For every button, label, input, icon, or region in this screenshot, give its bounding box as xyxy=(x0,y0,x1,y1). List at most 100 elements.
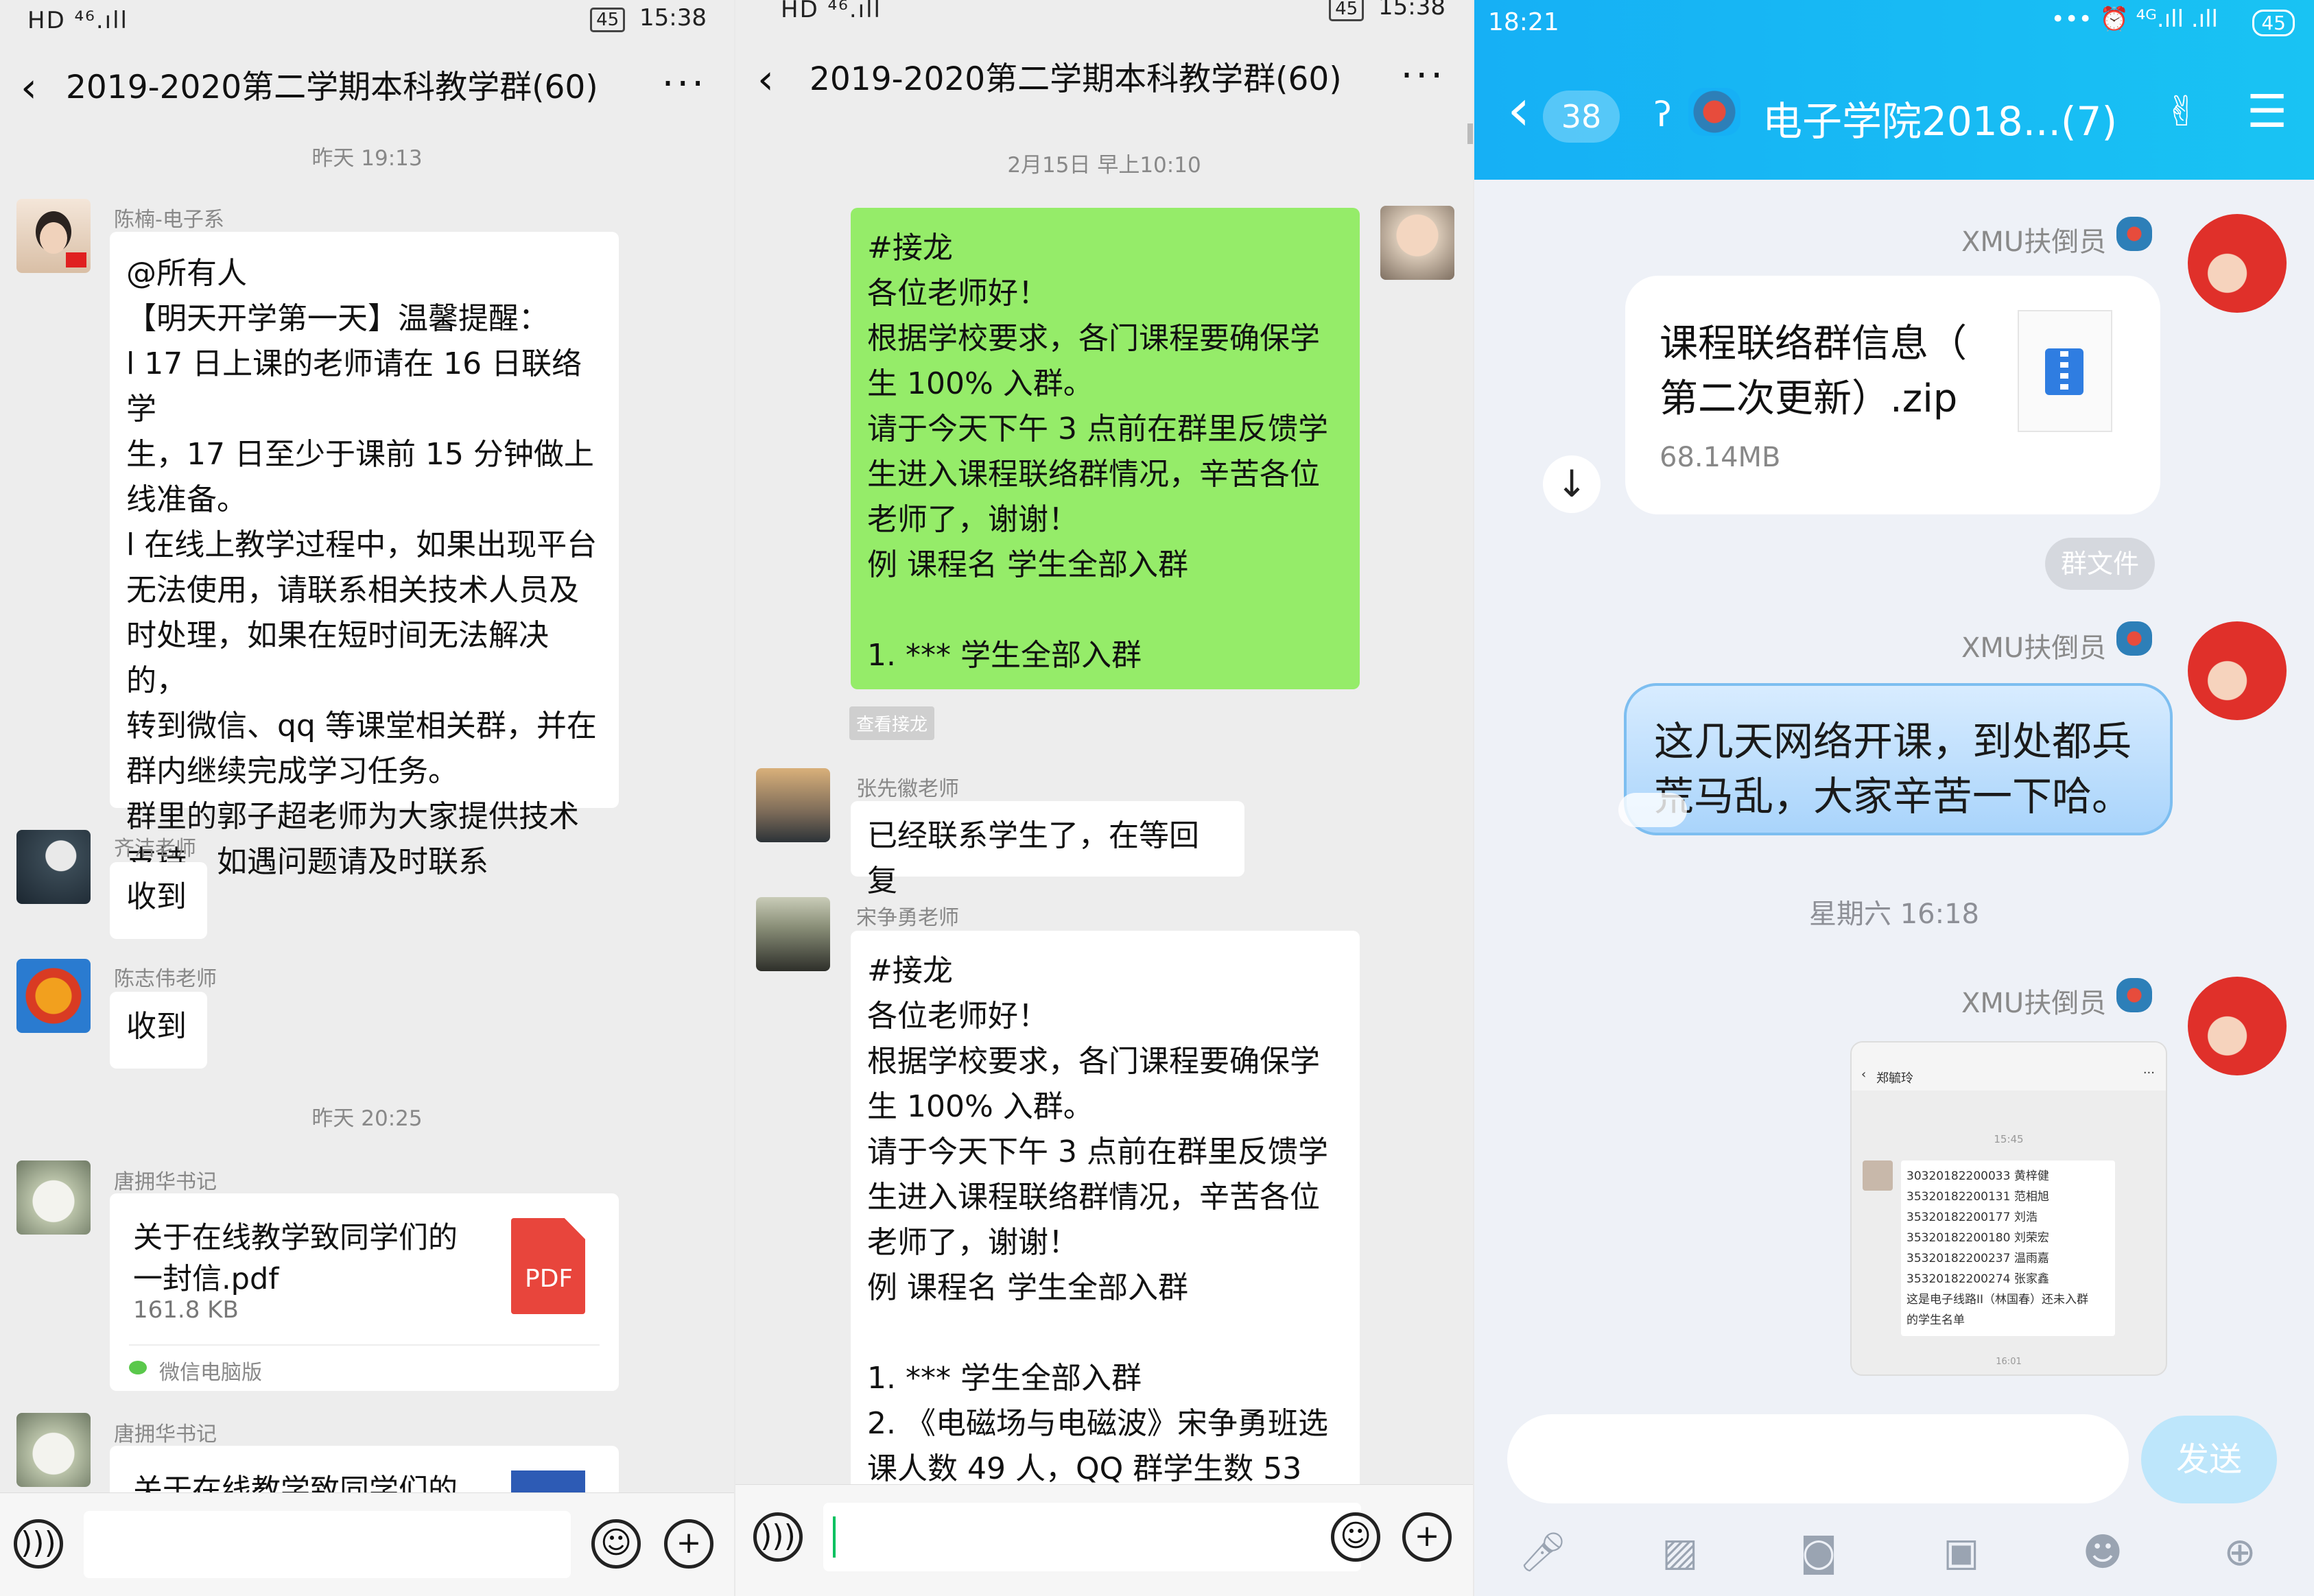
message-line: 1. *** 学生全部入群 xyxy=(867,1361,1142,1396)
message-input[interactable] xyxy=(1507,1414,2129,1503)
emoji-icon[interactable]: ☻ xyxy=(2078,1528,2127,1577)
group-file-tag[interactable]: 群文件 xyxy=(2045,538,2155,590)
file-name: 一封信.pdf xyxy=(133,1262,279,1296)
scrollbar[interactable] xyxy=(1467,123,1473,144)
message-bubble[interactable]: #接龙 各位老师好！ 根据学校要求，各门课程要确保学 生 100% 入群。 请于… xyxy=(851,931,1360,1532)
avatar[interactable] xyxy=(16,1413,91,1487)
embedded-bubble: 30320182200033 黄梓健 35320182200131 范相旭 35… xyxy=(1901,1160,2115,1336)
wechat-panel-left: HD ⁴⁶.ıll 45 15:38 ‹ 2019-2020第二学期本科教学群(… xyxy=(0,0,734,1596)
avatar[interactable] xyxy=(16,199,91,273)
timestamp: 昨天 20:25 xyxy=(311,1106,423,1131)
emoji-button[interactable]: ☺ xyxy=(1331,1512,1380,1562)
avatar[interactable] xyxy=(756,768,830,842)
plus-button[interactable]: + xyxy=(664,1519,713,1569)
download-button[interactable]: ↓ xyxy=(1543,455,1601,513)
message-line: 生进入课程联络群情况，辛苦各位 xyxy=(867,457,1320,492)
status-icons: ••• ⏰ ⁴ᴳ.ıll .ıll xyxy=(2051,5,2218,33)
message-line: 无法使用，请联系相关技术人员及 xyxy=(126,573,579,608)
message-line: 时处理，如果在短时间无法解决的， xyxy=(126,618,549,698)
message-input[interactable] xyxy=(84,1511,571,1578)
message-line: 【明天开学第一天】温馨提醒： xyxy=(126,301,549,336)
qq-header: 18:21 ••• ⏰ ⁴ᴳ.ıll .ıll 45 ‹ 38 ʔ 电子学院20… xyxy=(1474,0,2314,180)
message-line: 线准备。 xyxy=(126,482,247,517)
avatar[interactable] xyxy=(2188,621,2287,720)
hearing-icon: ʔ xyxy=(1654,95,1672,134)
view-jielong-button[interactable]: 查看接龙 xyxy=(849,706,935,740)
chat-header: ‹ 2019-2020第二学期本科教学群(60) ··· xyxy=(735,32,1473,128)
sender-name: XMU扶倒员 xyxy=(1961,632,2107,664)
message-line: 各位老师好！ xyxy=(867,999,1048,1034)
sender-name: 宋争勇老师 xyxy=(856,906,959,930)
avatar[interactable] xyxy=(16,830,91,904)
avatar[interactable] xyxy=(1380,206,1454,280)
avatar[interactable] xyxy=(756,897,830,971)
voice-button[interactable]: ))) xyxy=(14,1519,63,1569)
file-message[interactable]: 关于在线教学致同学们的 一封信.pdf 161.8 KB PDF 微信电脑版 xyxy=(110,1193,619,1391)
sender-name: XMU扶倒员 xyxy=(1961,988,2107,1019)
embedded-time: 15:45 xyxy=(1994,1133,2024,1145)
message-bubble[interactable]: 收到 xyxy=(110,992,207,1069)
message-line: 各位老师好！ xyxy=(867,276,1048,311)
send-button[interactable]: 发送 xyxy=(2141,1416,2277,1503)
file-message[interactable]: 课程联络群信息（ 第二次更新）.zip 68.14MB xyxy=(1625,276,2160,514)
sender-badge-icon xyxy=(2116,621,2152,656)
clock: 18:21 xyxy=(1488,8,1559,36)
chat-title: 电子学院2018...(7) xyxy=(1762,98,2118,145)
plus-button[interactable]: + xyxy=(1402,1512,1452,1562)
wechat-pc-icon xyxy=(129,1361,147,1374)
wave-decoration-icon xyxy=(1618,793,1687,827)
image-message[interactable]: ‹ 郑毓玲 ··· 15:45 30320182200033 黄梓健 35320… xyxy=(1850,1041,2167,1376)
back-button[interactable]: ‹ xyxy=(21,67,62,108)
battery-icon: 45 xyxy=(1329,0,1365,21)
message-bubble[interactable]: 已经联系学生了，在等回复 xyxy=(851,801,1244,898)
file-size: 68.14MB xyxy=(1660,442,1781,473)
plus-icon[interactable]: ⊕ xyxy=(2215,1528,2265,1577)
image-icon[interactable]: ▨ xyxy=(1655,1528,1705,1577)
message-bubble-self[interactable]: #接龙 各位老师好！ 根据学校要求，各门课程要确保学 生 100% 入群。 请于… xyxy=(851,208,1360,689)
status-bar: HD ⁴⁶.ıll 45 15:38 xyxy=(0,0,734,40)
embedded-contact-name: 郑毓玲 xyxy=(1876,1071,1913,1086)
unread-badge[interactable]: 38 xyxy=(1543,91,1620,143)
avatar[interactable] xyxy=(16,959,91,1033)
message-line: 1. *** 学生全部入群 xyxy=(867,638,1142,673)
message-line: 群内继续完成学习任务。 xyxy=(126,754,458,789)
embedded-time: 16:01 xyxy=(1996,1357,2022,1367)
wechat-panel-middle: HD ⁴⁶.ıll 45 15:38 ‹ 2019-2020第二学期本科教学群(… xyxy=(735,0,1473,1596)
signal-indicator: HD ⁴⁶.ıll xyxy=(27,7,128,34)
message-line: 根据学校要求，各门课程要确保学 xyxy=(867,1044,1320,1079)
message-bubble[interactable]: 这几天网络开课，到处都兵 荒马乱，大家辛苦一下哈。 xyxy=(1618,683,2173,835)
message-line xyxy=(867,1311,1343,1356)
microphone-icon[interactable]: 🎤︎ xyxy=(1518,1528,1568,1577)
embedded-avatar xyxy=(1863,1160,1893,1191)
battery-icon: 45 xyxy=(590,8,626,32)
message-line: l 在线上教学过程中，如果出现平台 xyxy=(126,527,598,562)
menu-icon[interactable]: ☰ xyxy=(2247,85,2287,138)
avatar[interactable] xyxy=(2188,977,2287,1075)
more-button[interactable]: ··· xyxy=(1401,53,1445,98)
sender-name: 陈楠-电子系 xyxy=(114,208,224,232)
camera-icon[interactable]: ◙ xyxy=(1794,1528,1843,1577)
voice-button[interactable]: ))) xyxy=(753,1512,803,1562)
sender-name: 唐拥华书记 xyxy=(114,1422,217,1446)
back-button[interactable]: ‹ xyxy=(1507,81,1531,139)
chat-header: ‹ 2019-2020第二学期本科教学群(60) ··· xyxy=(0,40,734,136)
more-button[interactable]: ··· xyxy=(662,62,707,106)
avatar[interactable] xyxy=(16,1160,91,1235)
back-button[interactable]: ‹ xyxy=(757,59,799,100)
message-line: #接龙 xyxy=(867,953,953,988)
hand-icon[interactable]: ✌ xyxy=(2164,88,2199,136)
message-bubble[interactable]: @所有人 【明天开学第一天】温馨提醒： l 17 日上课的老师请在 16 日联络… xyxy=(110,232,619,879)
signal-indicator: HD ⁴⁶.ıll xyxy=(781,0,882,23)
message-line: 例 课程名 学生全部入群 xyxy=(867,547,1188,582)
message-line: 这几天网络开课，到处都兵 xyxy=(1654,718,2132,765)
message-bubble[interactable]: 收到 xyxy=(110,862,207,939)
message-input[interactable] xyxy=(823,1503,1361,1571)
emoji-button[interactable]: ☺ xyxy=(591,1519,641,1569)
message-line: 群里的郭子超老师为大家提供技术 xyxy=(126,799,579,834)
group-avatar-icon xyxy=(1688,88,1740,136)
input-bar: ))) ☺ + xyxy=(0,1492,734,1596)
red-packet-icon[interactable]: ▣ xyxy=(1937,1528,1986,1577)
message-line: 生 100% 入群。 xyxy=(867,366,1094,401)
file-size: 161.8 KB xyxy=(133,1296,239,1324)
avatar[interactable] xyxy=(2188,214,2287,313)
